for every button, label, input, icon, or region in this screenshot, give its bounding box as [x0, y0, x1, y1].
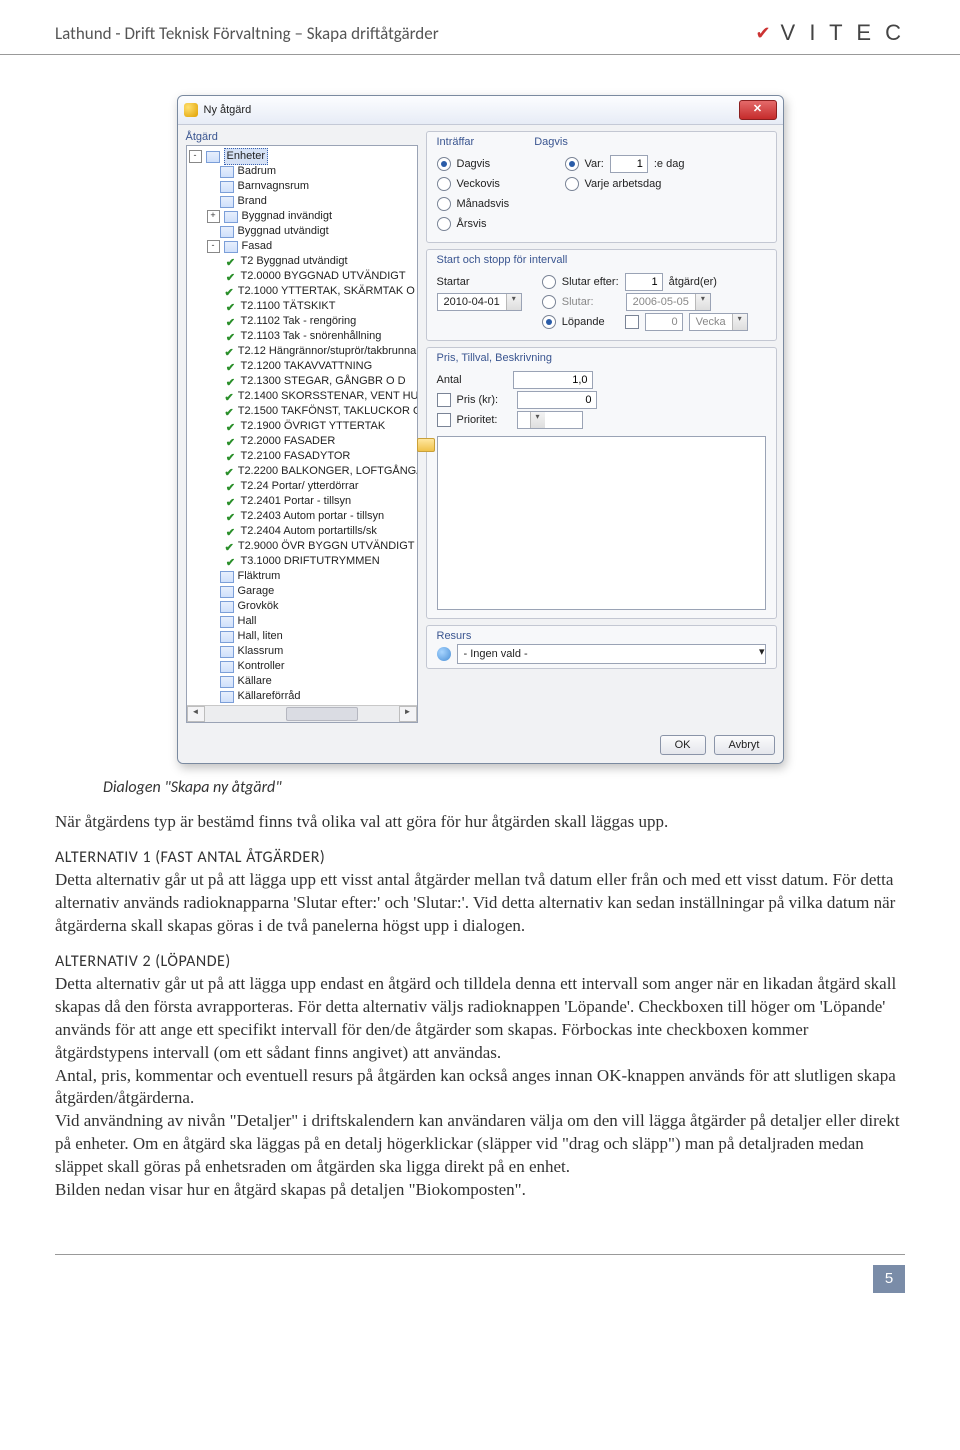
dialog-new-action: Ny åtgärd ✕ Åtgärd -EnheterBadrumBarnvag… — [177, 95, 784, 764]
app-icon — [184, 103, 198, 117]
varje-arbetsdag-label: Varje arbetsdag — [585, 178, 662, 190]
radio-manadsvis[interactable] — [437, 197, 451, 211]
intraffar-label: Inträffar — [437, 136, 475, 148]
radio-slutar[interactable] — [542, 295, 556, 309]
radio-var[interactable] — [565, 157, 579, 171]
resurs-title: Resurs — [437, 630, 766, 642]
antal-input[interactable] — [513, 371, 593, 389]
radio-lopande[interactable] — [542, 315, 556, 329]
pris-label: Pris (kr): — [457, 394, 511, 406]
slutar-value: 2006-05-05 — [627, 296, 695, 308]
alt2-heading: ALTERNATIV 2 (LÖPANDE) — [55, 952, 905, 971]
slutar-date[interactable]: 2006-05-05 ▾ — [626, 293, 711, 311]
tree-view[interactable]: -EnheterBadrumBarnvagnsrumBrand+Byggnad … — [186, 145, 418, 723]
slutar-label: Slutar: — [562, 296, 594, 308]
dialog-titlebar: Ny åtgärd ✕ — [178, 96, 783, 125]
doc-title: Lathund - Drift Teknisk Förvaltning – Sk… — [55, 23, 439, 44]
tree-label: Åtgärd — [186, 131, 418, 143]
radio-dagvis[interactable] — [437, 157, 451, 171]
scroll-left-icon[interactable]: ◄ — [187, 706, 205, 722]
manadsvis-label: Månadsvis — [457, 198, 510, 210]
brand-text: V I T E C — [781, 20, 905, 46]
startar-label: Startar — [437, 276, 470, 288]
folder-icon[interactable] — [417, 438, 435, 452]
radio-slutar-efter[interactable] — [542, 275, 556, 289]
ok-button[interactable]: OK — [660, 735, 706, 755]
resurs-value: - Ingen vald - — [464, 648, 528, 660]
chevron-down-icon[interactable]: ▾ — [695, 294, 710, 310]
cancel-button[interactable]: Avbryt — [714, 735, 775, 755]
var-input[interactable] — [610, 155, 648, 173]
resurs-icon — [437, 647, 451, 661]
radio-arsvis[interactable] — [437, 217, 451, 231]
pris-input[interactable] — [517, 391, 597, 409]
brand-icon: ✔ — [755, 23, 774, 44]
figure-caption: Dialogen "Skapa ny åtgärd" — [103, 778, 905, 797]
brand-logo: ✔ V I T E C — [755, 20, 905, 46]
prioritet-checkbox[interactable] — [437, 413, 451, 427]
alt1-body: Detta alternativ går ut på att lägga upp… — [55, 869, 905, 938]
intro-paragraph: När åtgärdens typ är bestämd finns två o… — [55, 811, 905, 834]
lopande-unit[interactable]: Vecka ▾ — [689, 313, 748, 331]
chevron-down-icon[interactable]: ▾ — [732, 314, 747, 330]
radio-veckovis[interactable] — [437, 177, 451, 191]
chevron-down-icon[interactable]: ▾ — [759, 645, 765, 663]
chevron-down-icon[interactable]: ▾ — [506, 294, 521, 310]
radio-varje-arbetsdag[interactable] — [565, 177, 579, 191]
alt2-body: Detta alternativ går ut på att lägga upp… — [55, 973, 905, 1202]
prioritet-combo[interactable]: ▾ — [517, 411, 583, 429]
pris-checkbox[interactable] — [437, 393, 451, 407]
slutar-efter-label: Slutar efter: — [562, 276, 619, 288]
arsvis-label: Årsvis — [457, 218, 487, 230]
prioritet-label: Prioritet: — [457, 414, 511, 426]
horizontal-scrollbar[interactable]: ◄ ► — [187, 705, 417, 722]
lopande-checkbox[interactable] — [625, 315, 639, 329]
var-suffix: :e dag — [654, 158, 685, 170]
startstop-title: Start och stopp för intervall — [437, 254, 568, 266]
lopande-input[interactable] — [645, 313, 683, 331]
slutar-efter-input[interactable] — [625, 273, 663, 291]
antal-label: Antal — [437, 374, 507, 386]
description-box[interactable] — [437, 436, 766, 610]
lopande-label: Löpande — [562, 316, 605, 328]
scroll-right-icon[interactable]: ► — [399, 706, 417, 722]
dagvis-header: Dagvis — [534, 136, 568, 148]
alt1-heading: ALTERNATIV 1 (FAST ANTAL ÅTGÄRDER) — [55, 848, 905, 867]
resurs-combo[interactable]: - Ingen vald - ▾ — [457, 644, 766, 664]
pris-title: Pris, Tillval, Beskrivning — [437, 352, 553, 364]
dialog-title: Ny åtgärd — [204, 104, 252, 116]
startar-value: 2010-04-01 — [438, 296, 506, 308]
scroll-thumb[interactable] — [286, 707, 358, 721]
slutar-efter-suffix: åtgärd(er) — [669, 276, 717, 288]
page-number: 5 — [873, 1265, 905, 1293]
chevron-down-icon[interactable]: ▾ — [530, 412, 545, 428]
startar-date[interactable]: 2010-04-01 ▾ — [437, 293, 522, 311]
dagvis-label: Dagvis — [457, 158, 491, 170]
close-button[interactable]: ✕ — [739, 100, 777, 120]
lopande-unit-value: Vecka — [690, 316, 732, 328]
veckovis-label: Veckovis — [457, 178, 500, 190]
var-label: Var: — [585, 158, 604, 170]
